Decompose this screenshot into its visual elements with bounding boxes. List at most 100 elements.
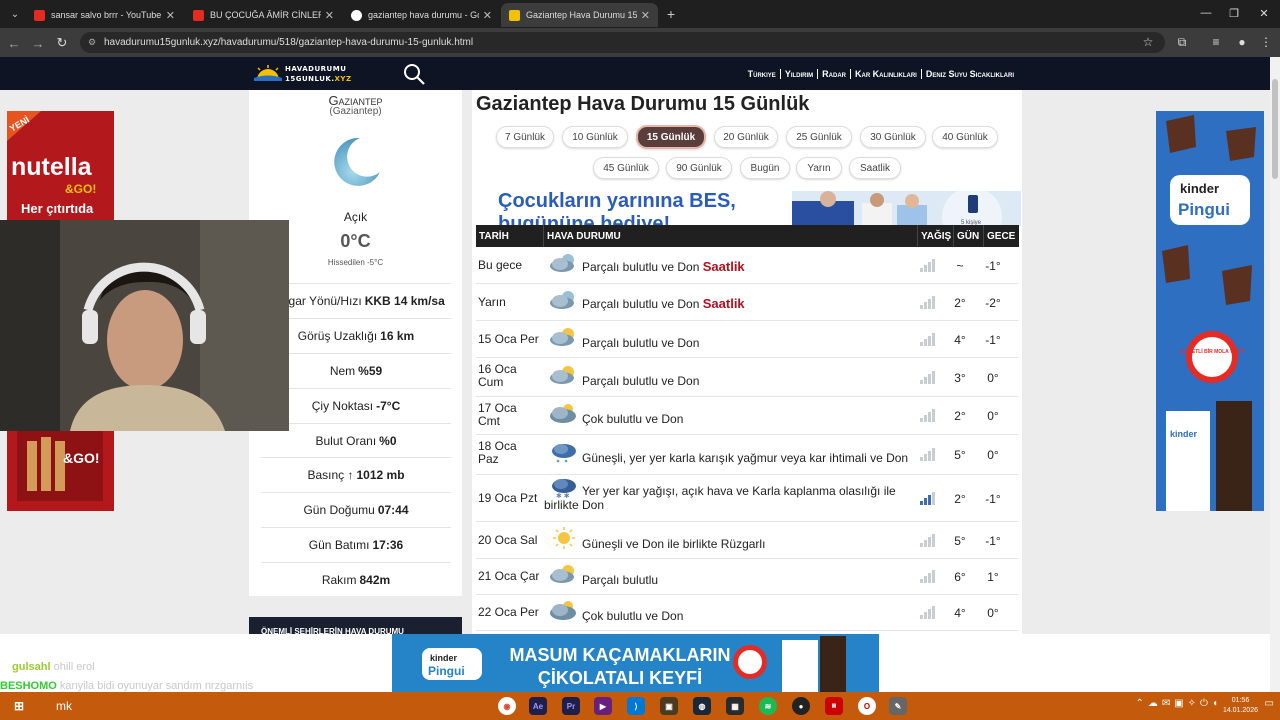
site-logo[interactable]: HAVADURUMU 15GUNLUK.XYZ bbox=[254, 61, 351, 87]
app2-icon[interactable]: ▤ bbox=[825, 697, 843, 715]
app-icon[interactable]: ▣ bbox=[660, 697, 678, 715]
back-icon[interactable]: ← bbox=[4, 33, 24, 53]
pill-25-gunluk[interactable]: 25 Günlük bbox=[786, 126, 852, 148]
minimize-icon[interactable]: — bbox=[1192, 4, 1220, 22]
taskbar: ⊞ mk ◉ Ae Pr ▶ ⟩ ▣ ◍ ▦ ≋ ● ▤ O ✎ ⌃☁✉▣✧⏻◖… bbox=[0, 692, 1280, 720]
premiere-icon[interactable]: Pr bbox=[562, 697, 580, 715]
tab-youtube-1[interactable]: sansar salvo brrr - YouTube ✕ bbox=[26, 3, 183, 27]
pill-45-gunluk[interactable]: 45 Günlük bbox=[593, 157, 659, 179]
folder-icon[interactable]: ▦ bbox=[726, 697, 744, 715]
new-tab-button[interactable]: + bbox=[660, 4, 682, 24]
tab-search-button[interactable]: ⌄ bbox=[4, 4, 26, 24]
nav-radar[interactable]: Radar bbox=[817, 68, 850, 79]
media-controls-icon[interactable]: ≡ bbox=[1206, 32, 1226, 52]
browser-toolbar: ← → ↻ ⚙ havadurumu15gunluk.xyz/havadurum… bbox=[0, 28, 1280, 57]
pill-15-gunluk[interactable]: 15 Günlük bbox=[636, 125, 706, 149]
forecast-date: 20 Oca Sal bbox=[478, 532, 538, 547]
close-window-icon[interactable]: ✕ bbox=[1250, 4, 1278, 22]
google-icon bbox=[351, 9, 362, 21]
stat-humidity: Nem %59 bbox=[261, 353, 451, 388]
bookmark-star-icon[interactable]: ☆ bbox=[1138, 32, 1158, 52]
stat-elevation: Rakım 842m bbox=[261, 562, 451, 597]
pill-90-gunluk[interactable]: 90 Günlük bbox=[666, 157, 732, 179]
spotify-icon[interactable]: ≋ bbox=[759, 697, 777, 715]
forecast-date: Yarın bbox=[478, 294, 506, 309]
restore-icon[interactable]: ❐ bbox=[1220, 4, 1248, 22]
night-temperature: -2° bbox=[985, 295, 1001, 310]
system-tray[interactable]: ⌃☁✉▣✧⏻◖ bbox=[1135, 698, 1222, 709]
address-bar[interactable]: ⚙ havadurumu15gunluk.xyz/havadurumu/518/… bbox=[80, 32, 1165, 53]
menu-icon[interactable]: ⋮ bbox=[1256, 32, 1276, 52]
svg-text:Pingui: Pingui bbox=[428, 664, 465, 678]
reload-icon[interactable]: ↻ bbox=[52, 33, 72, 53]
saatlik-link[interactable]: Saatlik bbox=[703, 296, 745, 311]
night-temperature: 0° bbox=[987, 606, 999, 620]
pill-bugun[interactable]: Bugün bbox=[740, 157, 790, 179]
nav-yildirim[interactable]: Yıldırım bbox=[779, 68, 817, 79]
chrome-icon[interactable]: ◉ bbox=[498, 697, 516, 715]
streamer-camera-feed bbox=[0, 220, 289, 431]
forecast-row: 21 Oca Çar Parçalı bulutlu 6° 1° bbox=[476, 559, 1019, 595]
kinder-ad-art: kinder Pingui LEZZETLİ BİR MOLA VAKTİ ki… bbox=[1156, 111, 1264, 511]
pill-40-gunluk[interactable]: 40 Günlük bbox=[932, 126, 998, 148]
pill-7-gunluk[interactable]: 7 Günlük bbox=[496, 126, 554, 148]
forecast-row: 19 Oca Pzt ✱ ✱ Yer yer kar yağışı, açık ha… bbox=[476, 475, 1019, 522]
forecast-date: Bu gece bbox=[478, 258, 523, 272]
page-scrollbar[interactable] bbox=[1270, 57, 1280, 692]
pill-yarin[interactable]: Yarın bbox=[796, 157, 842, 179]
night-temperature: -1° bbox=[985, 259, 1001, 273]
svg-text:Pingui: Pingui bbox=[1178, 200, 1230, 219]
svg-text:kinder: kinder bbox=[430, 653, 458, 663]
pill-10-gunluk[interactable]: 10 Günlük bbox=[562, 126, 628, 148]
close-icon[interactable]: ✕ bbox=[483, 9, 492, 22]
svg-text:nutella: nutella bbox=[11, 153, 93, 181]
taskbar-clock[interactable]: 01:56 14.01.2026 bbox=[1223, 696, 1258, 716]
kinder-bottom-ad[interactable]: kinder Pingui MASUM KAÇAMAKLARIN ÇİKOLAT… bbox=[392, 634, 879, 692]
tab-google[interactable]: gaziantep hava durumu - Goog ✕ bbox=[343, 3, 500, 27]
vscode-icon[interactable]: ⟩ bbox=[627, 697, 645, 715]
forward-icon[interactable]: → bbox=[28, 33, 48, 53]
nav-turkiye[interactable]: Türkiye bbox=[744, 69, 780, 79]
nav-kar-kalinliklari[interactable]: Kar Kalınlıkları bbox=[850, 68, 921, 79]
close-icon[interactable]: ✕ bbox=[641, 9, 650, 22]
pill-30-gunluk[interactable]: 30 Günlük bbox=[860, 126, 926, 148]
close-icon[interactable]: ✕ bbox=[166, 9, 175, 22]
stat-dew-point: Çiy Noktası -7°C bbox=[261, 388, 451, 423]
precipitation-bars-icon bbox=[919, 569, 937, 583]
profile-icon[interactable]: ● bbox=[1232, 32, 1252, 52]
extensions-icon[interactable]: ⧉ bbox=[1172, 32, 1192, 52]
site-info-icon[interactable]: ⚙ bbox=[88, 37, 98, 47]
svg-text:MASUM KAÇAMAKLARIN: MASUM KAÇAMAKLARIN bbox=[510, 645, 731, 665]
chat-message-2: BESHOMO kanyila bidi oyunuyar sandım nrz… bbox=[0, 680, 254, 692]
svg-text:&GO!: &GO! bbox=[63, 450, 100, 466]
tab-youtube-2[interactable]: BU ÇOCUĞA ÂMİR CİNLERİ MU ✕ bbox=[185, 3, 342, 27]
svg-text:kinder: kinder bbox=[1180, 181, 1219, 196]
app3-icon[interactable]: ✎ bbox=[889, 697, 907, 715]
page-title: Gaziantep Hava Durumu 15 Günlük bbox=[476, 93, 810, 115]
close-icon[interactable]: ✕ bbox=[325, 9, 334, 22]
notification-icon[interactable]: ▭ bbox=[1265, 698, 1274, 709]
forecast-description: Çok bulutlu ve Don bbox=[582, 609, 684, 623]
after-effects-icon[interactable]: Ae bbox=[529, 697, 547, 715]
scrollbar-thumb[interactable] bbox=[1272, 79, 1278, 179]
stat-sunrise: Gün Doğumu 07:44 bbox=[261, 492, 451, 527]
steam-icon[interactable]: ◍ bbox=[693, 697, 711, 715]
tab-weather[interactable]: Gaziantep Hava Durumu 15 Gü ✕ bbox=[501, 3, 658, 27]
search-icon[interactable] bbox=[402, 62, 426, 86]
precipitation-bars-icon bbox=[919, 491, 937, 505]
bes-ad-banner[interactable]: Çocukların yarınına BES, bugününe hediye!… bbox=[496, 191, 1021, 226]
windows-start-icon[interactable]: ⊞ bbox=[10, 697, 28, 715]
kinder-pingui-ad[interactable]: kinder Pingui LEZZETLİ BİR MOLA VAKTİ ki… bbox=[1156, 111, 1264, 511]
pill-saatlik[interactable]: Saatlik bbox=[849, 157, 901, 179]
pill-20-gunluk[interactable]: 20 Günlük bbox=[714, 126, 778, 148]
day-temperature: ~ bbox=[956, 259, 964, 273]
opera-icon[interactable]: O bbox=[858, 697, 876, 715]
forecast-row: 16 Oca Cum Parçalı bulutlu ve Don 3° 0° bbox=[476, 358, 1019, 397]
visual-studio-icon[interactable]: ▶ bbox=[594, 697, 612, 715]
precipitation-bars-icon bbox=[919, 533, 937, 547]
svg-text:LEZZETLİ BİR MOLA VAKTİ: LEZZETLİ BİR MOLA VAKTİ bbox=[1179, 348, 1245, 355]
nav-deniz-suyu[interactable]: Deniz Suyu Sıcaklıkları bbox=[920, 68, 1018, 79]
obs-icon[interactable]: ● bbox=[792, 697, 810, 715]
youtube-icon bbox=[193, 9, 204, 21]
saatlik-link[interactable]: Saatlik bbox=[703, 259, 745, 274]
